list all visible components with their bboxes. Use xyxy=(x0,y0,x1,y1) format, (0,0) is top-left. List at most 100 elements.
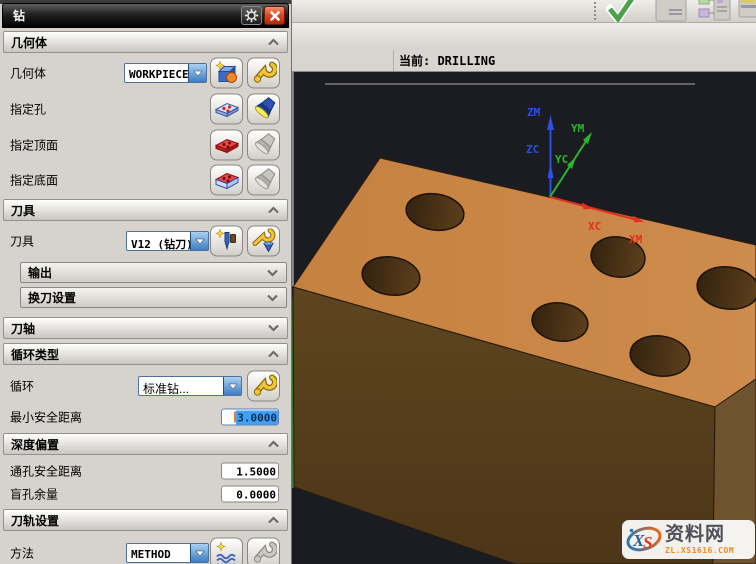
min-clearance-value: 3.0000 xyxy=(236,410,278,424)
axis-label-yc: YC xyxy=(555,153,568,166)
dialog-titlebar[interactable]: 钻 xyxy=(2,3,289,28)
min-clearance-label: 最小安全距离 xyxy=(10,409,82,426)
dropdown-arrow-icon[interactable] xyxy=(190,544,208,562)
chevron-up-icon xyxy=(267,206,280,214)
min-clearance-input[interactable]: 3.0000 xyxy=(221,409,279,426)
row-specify-top: 指定顶面 xyxy=(0,128,291,162)
flashlight-icon xyxy=(251,96,277,122)
row-method: 方法 METHOD xyxy=(0,536,291,564)
subsection-tool-change[interactable]: 换刀设置 xyxy=(20,287,287,308)
toolbar-separator xyxy=(594,2,597,20)
wrench-icon xyxy=(251,60,277,86)
dropdown-arrow-icon[interactable] xyxy=(223,377,241,395)
geometry-label: 几何体 xyxy=(10,65,46,82)
section-header-tool[interactable]: 刀具 xyxy=(3,199,288,221)
watermark-site-url: ZL.XS1616.COM xyxy=(665,546,734,555)
edit-cycle-button[interactable] xyxy=(247,371,280,402)
specify-bottom-label: 指定底面 xyxy=(10,172,58,189)
specify-top-label: 指定顶面 xyxy=(10,137,58,154)
geometry-select[interactable]: WORKPIECE xyxy=(124,63,207,83)
edit-geometry-button[interactable] xyxy=(247,58,280,89)
edit-method-button[interactable] xyxy=(247,538,280,564)
toolbar-tree-icon[interactable] xyxy=(698,0,732,22)
watermark-logo-s: S xyxy=(643,533,652,552)
chevron-down-icon xyxy=(266,269,279,277)
chevron-down-icon xyxy=(266,294,279,302)
display-top-surface-button[interactable] xyxy=(247,130,280,161)
row-min-clearance: 最小安全距离 3.0000 xyxy=(0,405,291,429)
geometry-select-value: WORKPIECE xyxy=(125,64,188,82)
flashlight-disabled-icon xyxy=(251,132,277,158)
cycle-label: 循环 xyxy=(10,378,34,395)
select-bottom-surface-button[interactable] xyxy=(210,165,243,196)
axis-label-ym: YM xyxy=(571,122,585,135)
row-geometry: 几何体 WORKPIECE xyxy=(0,56,291,90)
display-holes-button[interactable] xyxy=(247,94,280,125)
select-holes-button[interactable] xyxy=(210,94,243,125)
section-title: 刀具 xyxy=(11,202,35,219)
new-method-button[interactable] xyxy=(210,538,243,564)
row-through-clearance: 通孔安全距离 1.5000 xyxy=(0,460,291,482)
cycle-select[interactable]: 标准钻... xyxy=(138,376,242,396)
section-header-depth-offset[interactable]: 深度偏置 xyxy=(3,433,288,455)
row-specify-bottom: 指定底面 xyxy=(0,163,291,197)
method-label: 方法 xyxy=(10,545,34,562)
toolbar-dialog-icon[interactable] xyxy=(655,0,687,22)
through-clearance-input[interactable]: 1.5000 xyxy=(221,463,279,480)
method-select[interactable]: METHOD xyxy=(126,543,209,563)
edit-tool-icon xyxy=(251,228,277,254)
cycle-select-value: 标准钻... xyxy=(139,377,223,395)
gear-icon xyxy=(244,8,259,23)
wrench-icon xyxy=(251,373,277,399)
dropdown-arrow-icon[interactable] xyxy=(190,232,208,250)
watermark: X S 资料网 ZL.XS1616.COM xyxy=(622,520,755,559)
drill-dialog: 钻 几何体 xyxy=(0,0,292,564)
section-header-cycle-type[interactable]: 循环类型 xyxy=(3,343,288,365)
section-header-tool-axis[interactable]: 刀轴 xyxy=(3,317,288,339)
toolbar-machine-icon[interactable] xyxy=(738,0,756,22)
chevron-down-icon xyxy=(267,324,280,332)
bottom-surface-icon xyxy=(214,167,240,193)
scene-canvas: ZM ZC YM YC XC XM xyxy=(292,72,756,564)
holes-plate-icon xyxy=(214,96,240,122)
chevron-up-icon xyxy=(267,440,280,448)
generate-check-icon[interactable] xyxy=(606,0,636,22)
new-geometry-icon xyxy=(214,60,240,86)
edit-tool-button[interactable] xyxy=(247,226,280,257)
method-select-value: METHOD xyxy=(127,544,190,562)
new-geometry-button[interactable] xyxy=(210,58,243,89)
row-tool: 刀具 V12 (钻刀) xyxy=(0,224,291,258)
top-surface-icon xyxy=(214,132,240,158)
through-clearance-label: 通孔安全距离 xyxy=(10,463,82,480)
dropdown-arrow-icon[interactable] xyxy=(188,64,206,82)
dialog-settings-button[interactable] xyxy=(241,6,262,25)
specify-holes-label: 指定孔 xyxy=(10,101,46,118)
section-header-path-settings[interactable]: 刀轨设置 xyxy=(3,509,288,531)
display-bottom-surface-button[interactable] xyxy=(247,165,280,196)
row-blind-stock: 盲孔余量 0.0000 xyxy=(0,483,291,505)
axis-label-zc: ZC xyxy=(526,143,539,156)
new-tool-icon xyxy=(214,228,240,254)
tool-select[interactable]: V12 (钻刀) xyxy=(126,231,209,251)
blind-stock-label: 盲孔余量 xyxy=(10,486,58,503)
subsection-output[interactable]: 输出 xyxy=(20,262,287,283)
row-specify-holes: 指定孔 xyxy=(0,92,291,126)
section-header-geometry[interactable]: 几何体 xyxy=(3,31,288,53)
section-title: 刀轨设置 xyxy=(11,512,59,529)
current-operation-status: 当前: DRILLING xyxy=(393,50,756,71)
subsection-title: 换刀设置 xyxy=(28,289,76,306)
graphics-viewport[interactable]: ZM ZC YM YC XC XM xyxy=(292,72,756,564)
tool-label: 刀具 xyxy=(10,233,34,250)
application-window: 当前: DRILLING xyxy=(0,0,756,564)
wrench-disabled-icon xyxy=(251,540,277,564)
dialog-title: 钻 xyxy=(3,7,25,24)
new-method-icon xyxy=(214,540,240,564)
chevron-up-icon xyxy=(267,350,280,358)
new-tool-button[interactable] xyxy=(210,226,243,257)
toolbar-empty-band xyxy=(292,23,756,50)
watermark-site-name: 资料网 xyxy=(665,525,725,545)
select-top-surface-button[interactable] xyxy=(210,130,243,161)
blind-stock-input[interactable]: 0.0000 xyxy=(221,486,279,503)
dialog-close-button[interactable] xyxy=(264,6,285,25)
status-bar: 当前: DRILLING xyxy=(292,50,756,72)
